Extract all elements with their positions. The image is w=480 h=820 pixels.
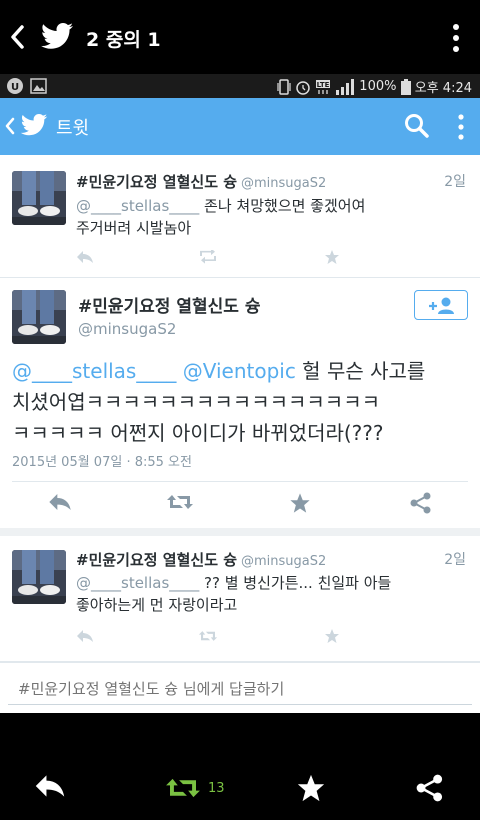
tweet-timestamp: 2일	[444, 552, 466, 568]
reply-composer	[0, 662, 480, 713]
svg-text:U: U	[11, 82, 19, 93]
tweet-text-line2: 주거버려 시발놈아	[76, 219, 192, 237]
page-title: 트윗	[56, 118, 90, 139]
favorite-star-icon[interactable]	[324, 628, 340, 648]
tweet-item[interactable]: #민윤기요정 열혈신도 슝 @minsugaS2 2일 @____stellas_…	[0, 155, 480, 278]
tweet-text-line1: 존나 쳐망했으면 좋겠어여	[199, 197, 366, 215]
tweet-text-line2: 좋아하는게 먼 자랑이라고	[76, 596, 238, 614]
tweet-text: @____stellas____ 존나 쳐망했으면 좋겠어여 주거버려 시발놈아	[76, 195, 456, 239]
retweet-icon[interactable]	[198, 248, 218, 268]
tweet-actions	[0, 482, 480, 528]
tweet-text: @____stellas____ @Vientopic 헐 무슨 사고를 치셨어…	[12, 356, 472, 449]
tweet-thread: #민윤기요정 열혈신도 슝 @minsugaS2 2일 @____stellas_…	[0, 155, 480, 713]
mention-link[interactable]: @Vientopic	[183, 359, 296, 383]
focused-tweet: #민윤기요정 열혈신도 슝 @minsugaS2 @____stellas___…	[0, 278, 480, 536]
mention-link[interactable]: @____stellas____	[76, 197, 199, 215]
twitter-logo-icon	[20, 113, 48, 136]
avatar[interactable]	[12, 171, 66, 225]
tweet-text-line3: ㅋㅋㅋㅋㅋ 어쩐지 아이디가 바뀌었더라(???	[12, 421, 384, 445]
viewer-title: 2 중의 1	[86, 29, 161, 51]
retweet-icon[interactable]	[198, 628, 218, 647]
mention-link[interactable]: @____stellas____	[12, 359, 176, 383]
lte-icon: LTE	[316, 79, 331, 94]
vibrate-icon	[277, 78, 291, 95]
tweet-text-line1: 헐 무슨 사고를	[295, 359, 426, 383]
tweet-author[interactable]: #민윤기요정 열혈신도 슝 @minsugaS2	[76, 171, 326, 192]
favorite-star-icon[interactable]	[289, 492, 311, 518]
tweet-actions	[76, 628, 376, 646]
avatar[interactable]	[12, 290, 66, 344]
status-bar: U LTE 100% 오후 4:24	[0, 74, 480, 98]
mention-link[interactable]: @____stellas____	[76, 574, 199, 592]
app-bar: 트윗	[0, 98, 480, 155]
twitter-bird-icon	[41, 23, 73, 49]
reply-icon[interactable]	[48, 492, 72, 516]
retweet-count: 13	[208, 781, 225, 796]
author-name[interactable]: #민윤기요정 열혈신도 슝	[78, 292, 260, 317]
avatar-image	[12, 550, 66, 604]
avatar-image	[12, 171, 66, 225]
author-handle: @minsugaS2	[241, 554, 327, 569]
tweet-text-line1: ?? 별 병신가튼... 친일파 아들	[199, 574, 392, 592]
bottom-action-bar: 13	[0, 713, 480, 820]
author-handle: @minsugaS2	[241, 176, 327, 191]
battery-percent: 100%	[359, 79, 397, 94]
share-icon[interactable]	[410, 492, 432, 518]
reply-icon[interactable]	[76, 249, 94, 268]
status-time: 오후 4:24	[414, 81, 472, 96]
app-overflow-menu-icon[interactable]	[454, 113, 468, 141]
share-icon[interactable]	[416, 774, 444, 806]
favorite-star-icon[interactable]	[324, 249, 340, 269]
tweet-text: @____stellas____ ?? 별 병신가튼... 친일파 아들 좋아하…	[76, 572, 456, 616]
add-user-icon	[429, 297, 454, 314]
follow-button[interactable]	[414, 290, 468, 320]
tweet-author[interactable]: #민윤기요정 열혈신도 슝 @minsugaS2	[76, 549, 326, 570]
alarm-icon	[296, 80, 310, 95]
reply-input[interactable]	[8, 673, 472, 705]
signal-icon	[336, 78, 355, 95]
notification-app-icon: U	[7, 78, 47, 94]
svg-text:LTE: LTE	[317, 81, 330, 89]
author-handle[interactable]: @minsugaS2	[78, 320, 176, 338]
back-chevron-icon[interactable]	[4, 117, 16, 135]
back-arrow-icon[interactable]	[8, 24, 28, 50]
viewer-bar: 2 중의 1	[0, 0, 480, 74]
tweet-timestamp: 2일	[444, 174, 466, 190]
search-icon[interactable]	[404, 113, 430, 139]
avatar-image	[12, 290, 66, 344]
tweet-actions	[76, 248, 376, 269]
author-name: #민윤기요정 열혈신도 슝	[76, 173, 238, 191]
notification-icons: U	[6, 77, 50, 95]
battery-icon	[400, 78, 411, 95]
overflow-menu-icon[interactable]	[448, 22, 464, 54]
retweet-icon[interactable]	[166, 492, 194, 516]
tweet-text-line2: 치셨어엽ㅋㅋㅋㅋㅋㅋㅋㅋㅋㅋㅋㅋㅋㅋㅋㅋ	[12, 390, 380, 414]
tweet-item[interactable]: #민윤기요정 열혈신도 슝 @minsugaS2 2일 @____stellas_…	[0, 536, 480, 662]
favorite-star-icon[interactable]	[296, 773, 326, 807]
status-right: LTE 100% 오후 4:24	[277, 77, 472, 96]
reply-icon[interactable]	[76, 628, 94, 647]
reply-icon[interactable]	[34, 773, 66, 803]
tweet-date: 2015년 05월 07일 · 8:55 오전	[12, 455, 192, 470]
avatar[interactable]	[12, 550, 66, 604]
author-name: #민윤기요정 열혈신도 슝	[76, 551, 238, 569]
retweet-icon[interactable]	[164, 775, 202, 805]
